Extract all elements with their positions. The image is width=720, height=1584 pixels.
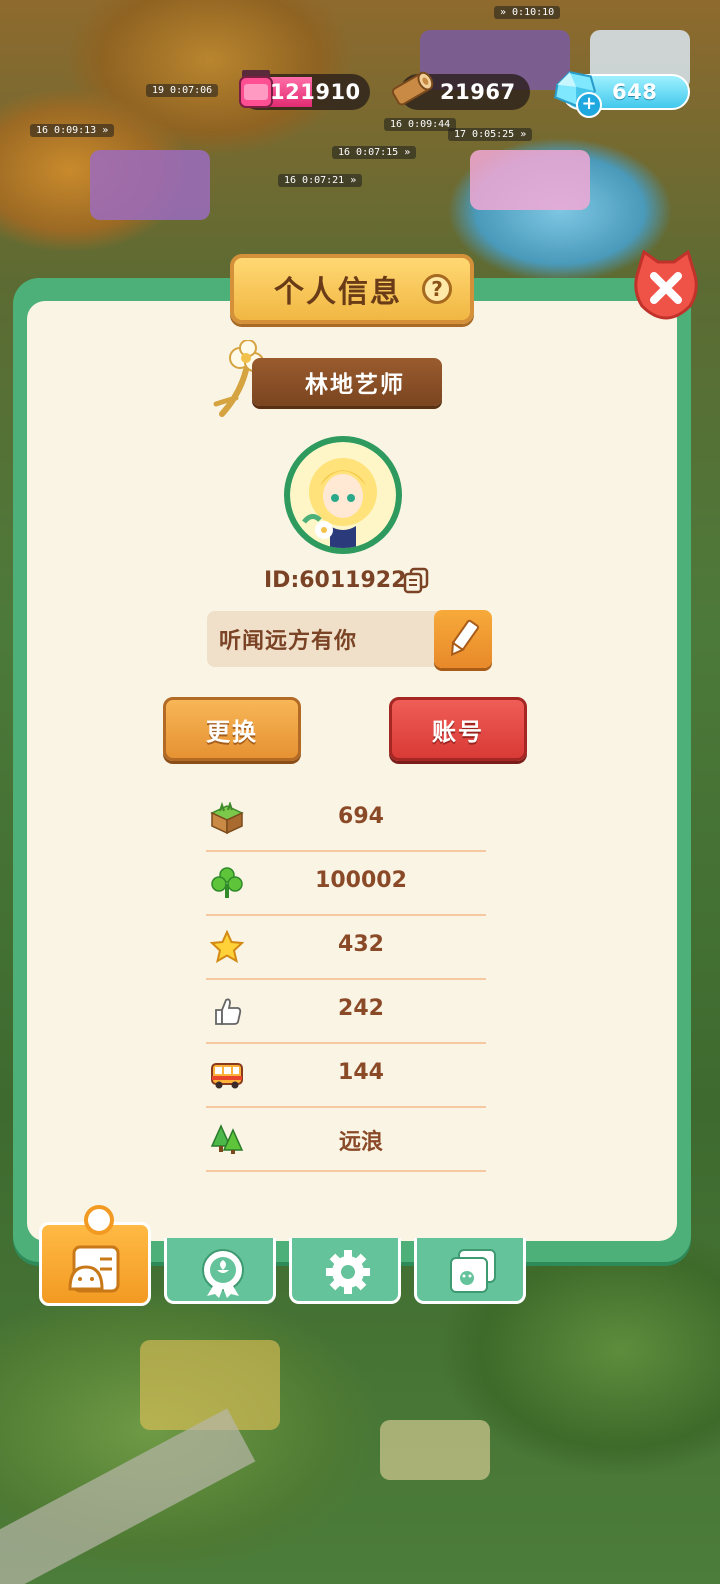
- copy-icon[interactable]: [402, 566, 430, 594]
- trees-icon: [210, 1124, 244, 1154]
- photo-album-icon: [450, 1249, 496, 1293]
- help-button[interactable]: ?: [422, 274, 452, 304]
- wood-amount: 21967: [440, 80, 516, 104]
- stat-row-bus: 144: [206, 1044, 486, 1108]
- rosette-badge-icon: [202, 1249, 244, 1298]
- tab-album[interactable]: [414, 1238, 526, 1304]
- player-stats-list: 694 100002 432 242 144 远浪: [206, 788, 486, 1172]
- account-button[interactable]: 账号: [389, 697, 527, 761]
- timer-label: 16 0:09:13 »: [30, 124, 115, 137]
- boat-dock: [380, 1420, 490, 1480]
- player-title-banner: 林地艺师: [252, 358, 442, 406]
- stat-value: 144: [338, 1060, 384, 1085]
- stat-row-forest: 远浪: [206, 1108, 486, 1172]
- stat-value: 432: [338, 932, 384, 957]
- stat-row-likes: 242: [206, 980, 486, 1044]
- tab-profile[interactable]: [39, 1205, 151, 1306]
- flower-field: [90, 150, 210, 220]
- stat-value: 694: [338, 804, 384, 829]
- gear-icon: [326, 1250, 370, 1294]
- profile-card-icon: [68, 1245, 120, 1293]
- tab-ring: [84, 1205, 114, 1235]
- tab-badges[interactable]: [164, 1238, 276, 1304]
- timer-label: 16 0:07:21 »: [278, 174, 363, 187]
- close-button[interactable]: [630, 250, 702, 320]
- grass-block-icon: [210, 802, 244, 835]
- stat-row-star: 432: [206, 916, 486, 980]
- signature-field[interactable]: 听闻远方有你: [207, 610, 492, 668]
- buy-gems-plus-icon[interactable]: +: [576, 92, 602, 118]
- player-avatar[interactable]: [284, 436, 402, 554]
- panel-title-plate: 个人信息 ?: [230, 254, 474, 324]
- bus-icon: [211, 1063, 243, 1089]
- gel-amount: 121910: [270, 80, 361, 104]
- clover-icon: [211, 867, 243, 898]
- stat-value: 100002: [315, 868, 407, 893]
- timer-label: » 0:10:10: [494, 6, 561, 19]
- signature-text: 听闻远方有你: [219, 629, 358, 654]
- edit-signature-button[interactable]: [434, 610, 492, 668]
- avatar-portrait: [290, 442, 396, 548]
- player-id-label: ID:6011922: [264, 568, 407, 593]
- change-button[interactable]: 更换: [163, 697, 301, 761]
- gem-amount: 648: [612, 80, 658, 104]
- wood-resource-counter[interactable]: 21967: [391, 71, 530, 110]
- stat-value: 远浪: [338, 1130, 383, 1155]
- stat-row-clover: 100002: [206, 852, 486, 916]
- panel-title: 个人信息: [274, 275, 402, 310]
- stat-value: 242: [338, 996, 384, 1021]
- road: [0, 1408, 256, 1584]
- gel-resource-counter[interactable]: 121910: [239, 70, 370, 110]
- timer-label: 16 0:07:15 »: [332, 146, 417, 159]
- market-stall: [470, 150, 590, 210]
- player-title: 林地艺师: [305, 372, 405, 398]
- timer-label: 16 0:09:44: [384, 118, 457, 131]
- star-icon: [210, 930, 244, 964]
- timer-label: 17 0:05:25 »: [448, 128, 533, 141]
- pencil-icon: [450, 619, 480, 657]
- thumbs-up-icon: [215, 998, 242, 1025]
- wood-log-icon: [391, 71, 434, 106]
- timer-label: 19 0:07:06: [146, 84, 219, 97]
- stat-row-land: 694: [206, 788, 486, 852]
- gem-resource-counter[interactable]: + 648: [554, 71, 690, 118]
- tab-settings[interactable]: [289, 1238, 401, 1304]
